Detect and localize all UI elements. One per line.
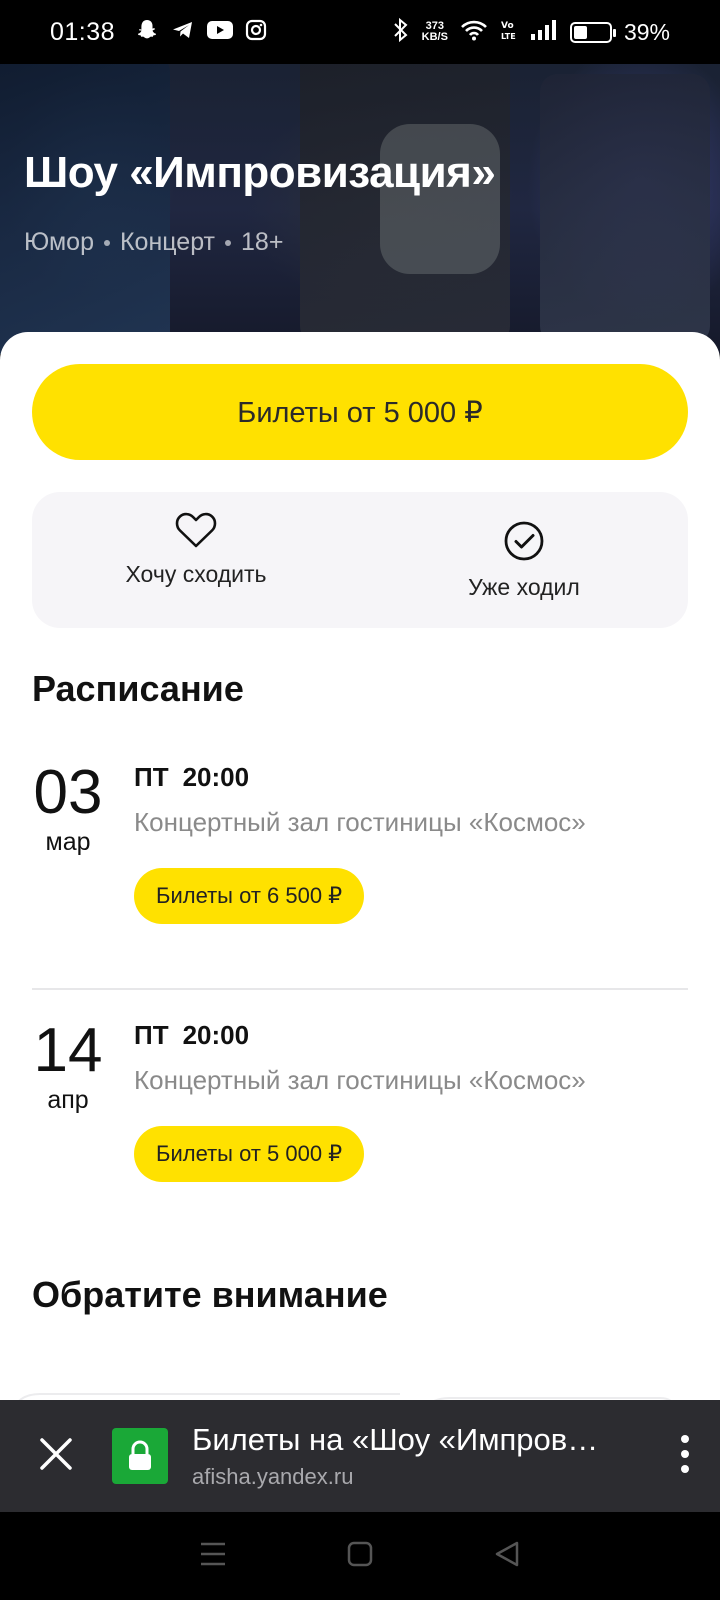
user-actions-panel: Хочу сходить Уже ходил — [32, 492, 688, 628]
check-circle-icon — [503, 520, 545, 574]
already-visited-label: Уже ходил — [468, 573, 580, 600]
status-bar: 01:38 373 KB/S Vo LTE 39% — [0, 0, 720, 64]
svg-text:LTE: LTE — [501, 32, 516, 41]
heart-icon — [175, 511, 217, 561]
session-info: ПТ 20:00 Концертный зал гостиницы «Космо… — [134, 762, 586, 924]
secure-lock-icon[interactable] — [112, 1428, 168, 1484]
session-month: апр — [47, 1086, 89, 1114]
close-tab-button[interactable] — [0, 1400, 112, 1512]
tag-type: Концерт — [119, 228, 216, 256]
system-nav-bar — [0, 1512, 720, 1600]
session-date: 14 апр — [32, 1020, 104, 1115]
schedule-title: Расписание — [32, 668, 244, 709]
buy-tickets-button[interactable]: Билеты от 5 000 ₽ — [32, 364, 688, 460]
session-info: ПТ 20:00 Концертный зал гостиницы «Космо… — [134, 1020, 586, 1182]
tag-age: 18+ — [241, 228, 284, 256]
attention-title: Обратите внимание — [32, 1274, 388, 1315]
attention-carousel[interactable] — [0, 1388, 720, 1400]
tag-genre: Юмор — [24, 228, 94, 256]
notification-icons — [135, 18, 267, 47]
session-time: ПТ 20:00 — [134, 762, 586, 793]
battery-level — [573, 25, 588, 39]
session-weekday: ПТ — [134, 1020, 169, 1050]
separator-dot — [103, 239, 110, 246]
address-bar[interactable]: Билеты на «Шоу «Импров… afisha.yandex.ru — [192, 1422, 650, 1490]
snapchat-icon — [135, 18, 159, 47]
instagram-icon — [245, 19, 267, 46]
battery-icon — [569, 21, 616, 43]
session-month: мар — [45, 828, 91, 856]
session-hour: 20:00 — [182, 1020, 250, 1050]
browser-domain: afisha.yandex.ru — [192, 1464, 354, 1489]
net-speed: 373 KB/S — [422, 21, 448, 43]
battery-percent: 39% — [623, 18, 670, 45]
session-venue[interactable]: Концертный зал гостиницы «Космос» — [134, 807, 586, 838]
system-icons: 373 KB/S Vo LTE 39% — [392, 17, 670, 48]
close-icon — [39, 1437, 73, 1476]
session-weekday: ПТ — [134, 762, 169, 792]
volte-icon: Vo LTE — [500, 18, 518, 47]
session-day: 03 — [33, 758, 103, 827]
youtube-icon — [207, 20, 234, 45]
hero-photo-figure — [380, 124, 500, 274]
status-time: 01:38 — [50, 17, 116, 46]
session-venue[interactable]: Концертный зал гостиницы «Космос» — [134, 1065, 586, 1096]
divider — [32, 988, 688, 990]
schedule-session: 14 апр ПТ 20:00 Концертный зал гостиницы… — [32, 1020, 688, 1182]
browser-bar: Билеты на «Шоу «Импров… afisha.yandex.ru — [0, 1400, 720, 1512]
event-content: Билеты от 5 000 ₽ Хочу сходить Уже ходил… — [0, 332, 720, 1400]
svg-text:Vo: Vo — [501, 21, 514, 31]
net-speed-unit: KB/S — [421, 31, 448, 43]
hero-banner: Шоу «Импровизация» Юмор Концерт 18+ — [0, 64, 720, 354]
event-tags: Юмор Концерт 18+ — [24, 228, 283, 257]
hero-photo-figure — [540, 74, 710, 344]
want-to-go-label: Хочу сходить — [125, 560, 267, 587]
browser-page-title: Билеты на «Шоу «Импров… — [192, 1422, 599, 1457]
session-buy-button[interactable]: Билеты от 6 500 ₽ — [134, 868, 365, 924]
separator-dot — [225, 239, 232, 246]
more-vertical-icon — [680, 1434, 690, 1479]
already-visited-button[interactable]: Уже ходил — [360, 492, 688, 628]
telegram-icon — [171, 18, 195, 47]
session-hour: 20:00 — [182, 762, 250, 792]
session-day: 14 — [33, 1016, 103, 1085]
home-nav-button[interactable] — [346, 1540, 374, 1573]
hero-photo-figure — [0, 64, 170, 354]
back-nav-button[interactable] — [493, 1540, 521, 1573]
session-time: ПТ 20:00 — [134, 1020, 586, 1051]
session-date: 03 мар — [32, 762, 104, 857]
page-title: Шоу «Импровизация» — [24, 148, 496, 197]
bluetooth-icon — [392, 17, 410, 48]
menu-nav-button[interactable] — [199, 1541, 227, 1572]
schedule-session: 03 мар ПТ 20:00 Концертный зал гостиницы… — [32, 762, 688, 924]
want-to-go-button[interactable]: Хочу сходить — [32, 492, 360, 628]
browser-menu-button[interactable] — [650, 1400, 720, 1512]
signal-icon — [530, 19, 558, 46]
wifi-icon — [460, 19, 488, 46]
session-buy-button[interactable]: Билеты от 5 000 ₽ — [134, 1126, 365, 1182]
